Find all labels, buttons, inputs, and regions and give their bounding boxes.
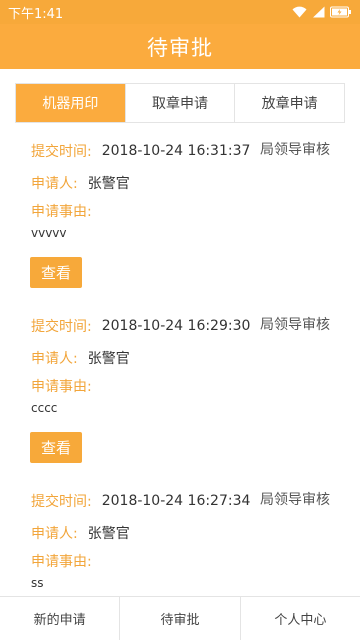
submit-time-value: 2018-10-24 16:29:30: [101, 317, 251, 334]
submit-time-label: 提交时间:: [31, 143, 92, 160]
reason-value: vvvvv: [31, 226, 67, 240]
nav-new-application[interactable]: 新的申请: [0, 597, 119, 640]
reason-label: 申请事由:: [31, 379, 92, 395]
page-title: 待审批: [147, 35, 213, 60]
list-item: 提交时间: 2018-10-24 16:27:34 局领导审核 申请人: 张警官…: [0, 483, 360, 595]
battery-icon: [330, 6, 352, 18]
status-bar: 下午1:41: [0, 0, 360, 24]
applicant-value: 张警官: [87, 350, 130, 367]
reason-value: cccc: [31, 401, 58, 415]
reason-row: 申请事由:: [31, 547, 360, 571]
applicant-row: 申请人: 张警官: [31, 343, 360, 372]
applicant-row: 申请人: 张警官: [31, 168, 360, 197]
submit-time-label: 提交时间:: [31, 493, 92, 510]
view-button[interactable]: 查看: [30, 257, 82, 288]
status-text: 局领导审核: [260, 142, 330, 158]
reason-label: 申请事由:: [31, 204, 92, 220]
status-time: 下午1:41: [8, 6, 64, 22]
wifi-icon: [292, 6, 307, 18]
applicant-label: 申请人:: [31, 525, 78, 542]
app-bar: 待审批: [0, 24, 360, 69]
view-button[interactable]: 查看: [30, 432, 82, 463]
status-text: 局领导审核: [260, 317, 330, 333]
signal-icon: [312, 6, 325, 18]
applicant-value: 张警官: [87, 175, 130, 192]
nav-personal-center[interactable]: 个人中心: [239, 597, 360, 640]
status-icons: [292, 6, 352, 18]
status-text: 局领导审核: [260, 492, 330, 508]
applicant-label: 申请人:: [31, 350, 78, 367]
applicant-label: 申请人:: [31, 175, 78, 192]
submit-time-label: 提交时间:: [31, 318, 92, 335]
list-item: 提交时间: 2018-10-24 16:31:37 局领导审核 申请人: 张警官…: [0, 133, 360, 308]
tab-take-seal[interactable]: 取章申请: [124, 84, 235, 122]
submit-time-value: 2018-10-24 16:31:37: [101, 142, 251, 159]
list-item: 提交时间: 2018-10-24 16:29:30 局领导审核 申请人: 张警官…: [0, 308, 360, 483]
screen: 下午1:41 待审批 机器用印 取章申请 放章申请 提交时间: 2018-10-…: [0, 0, 360, 640]
reason-label: 申请事由:: [31, 554, 92, 570]
approval-list[interactable]: 提交时间: 2018-10-24 16:31:37 局领导审核 申请人: 张警官…: [0, 133, 360, 595]
reason-row: 申请事由:: [31, 372, 360, 396]
tab-return-seal[interactable]: 放章申请: [234, 84, 344, 122]
reason-value: ss: [31, 576, 44, 590]
tab-bar: 机器用印 取章申请 放章申请: [15, 83, 345, 123]
applicant-value: 张警官: [87, 525, 130, 542]
reason-row: 申请事由:: [31, 197, 360, 221]
tab-machine-seal[interactable]: 机器用印: [16, 84, 125, 122]
applicant-row: 申请人: 张警官: [31, 518, 360, 547]
bottom-nav: 新的申请 待审批 个人中心: [0, 596, 360, 640]
nav-pending-approval[interactable]: 待审批: [119, 597, 239, 640]
submit-time-value: 2018-10-24 16:27:34: [101, 492, 251, 509]
